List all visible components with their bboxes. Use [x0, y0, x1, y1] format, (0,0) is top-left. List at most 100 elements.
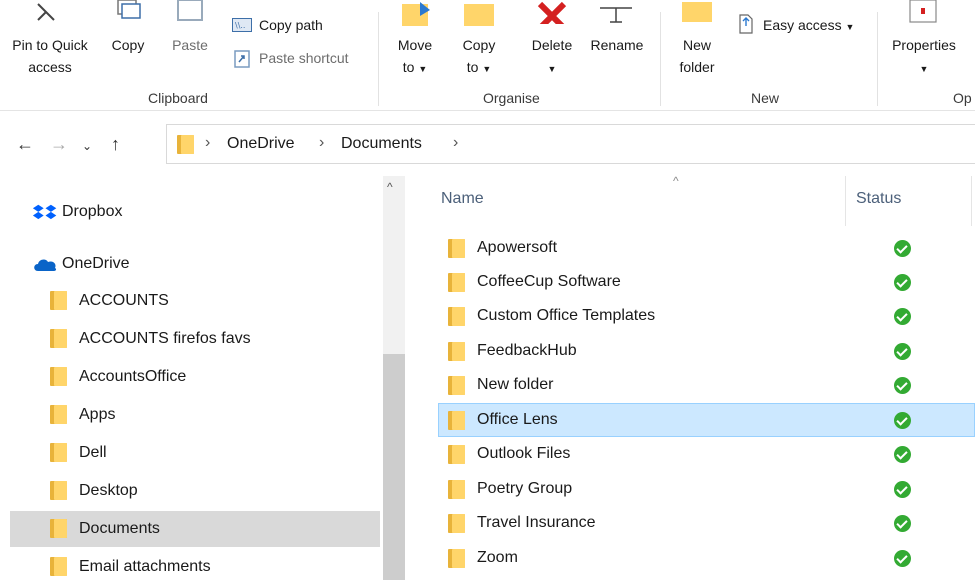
easy-access-button[interactable]: Easy access ▼ [737, 14, 872, 38]
up-arrow-icon[interactable]: ↑ [111, 132, 120, 156]
folder-icon [50, 329, 67, 348]
scroll-up-arrow-icon[interactable]: ^ [387, 180, 393, 194]
pin-icon [37, 3, 55, 21]
delete-label: Delete [531, 37, 573, 53]
sync-status-ok-icon [894, 240, 911, 257]
breadcrumb-onedrive[interactable]: OneDrive [227, 135, 295, 153]
file-row[interactable]: Custom Office Templates [438, 299, 975, 333]
scroll-thumb[interactable] [383, 354, 405, 580]
column-header-name[interactable]: Name [441, 190, 484, 208]
sync-status-ok-icon [894, 446, 911, 463]
nav-item-folder-selected[interactable]: Documents [10, 511, 380, 547]
nav-item-folder[interactable]: Email attachments [10, 549, 380, 580]
ribbon: Pin to Quick access Copy Paste \\.. Copy… [0, 0, 975, 111]
rename-button[interactable]: Rename [584, 7, 650, 56]
nav-item-label: AccountsOffice [79, 368, 187, 385]
delete-dropdown: ▼ [524, 56, 580, 80]
folder-icon [50, 443, 67, 462]
chevron-down-icon: ▼ [919, 64, 929, 74]
address-bar[interactable]: › OneDrive › Documents › [166, 124, 975, 164]
nav-scrollbar[interactable]: ^ [383, 176, 405, 580]
folder-icon [50, 519, 67, 538]
file-name: Custom Office Templates [477, 307, 656, 324]
ribbon-separator [378, 12, 379, 106]
column-divider[interactable] [845, 176, 846, 226]
folder-icon [448, 514, 465, 533]
file-row[interactable]: Outlook Files [438, 437, 975, 471]
delete-button[interactable]: Delete ▼ [524, 1, 580, 80]
breadcrumb-documents[interactable]: Documents [341, 135, 422, 153]
copy-to-icon [464, 4, 494, 26]
navigation-pane: Dropbox OneDrive ACCOUNTS ACCOUNTS firef… [0, 176, 405, 580]
file-name: Apowersoft [477, 239, 558, 256]
file-name: Poetry Group [477, 480, 573, 497]
nav-item-folder[interactable]: ACCOUNTS firefos favs [10, 321, 380, 357]
back-arrow-icon[interactable]: ← [16, 132, 34, 156]
new-folder-icon [682, 2, 712, 22]
folder-icon [177, 135, 194, 154]
file-row[interactable]: FeedbackHub [438, 334, 975, 368]
file-row[interactable]: Apowersoft [438, 231, 975, 265]
file-name: Travel Insurance [477, 514, 596, 531]
nav-item-folder[interactable]: AccountsOffice [10, 359, 380, 395]
column-divider[interactable] [971, 176, 972, 226]
chevron-down-icon: ▼ [845, 22, 855, 32]
copy-path-icon: \\.. [232, 18, 252, 32]
folder-icon [448, 307, 465, 326]
file-row-selected[interactable]: Office Lens [438, 403, 975, 437]
folder-icon [50, 557, 67, 576]
paste-label: Paste [172, 37, 208, 53]
rename-label: Rename [590, 37, 644, 53]
breadcrumb-chevron-icon[interactable]: › [319, 134, 324, 152]
chevron-down-icon: ▼ [418, 64, 428, 74]
pin-to-quick-access-button[interactable]: Pin to Quick access [0, 3, 100, 78]
copy-button[interactable]: Copy [104, 0, 152, 56]
pin-label-line1: Pin to Quick [12, 37, 88, 53]
nav-item-label: Desktop [79, 482, 138, 499]
recent-locations-chevron-icon[interactable]: ⌄ [82, 134, 92, 158]
dropbox-icon [32, 204, 57, 220]
file-row[interactable]: Zoom [438, 541, 975, 575]
nav-item-onedrive[interactable]: OneDrive [10, 246, 380, 282]
sync-status-ok-icon [894, 343, 911, 360]
properties-label: Properties [892, 37, 956, 53]
properties-button[interactable]: Properties ▼ [884, 0, 964, 80]
file-list: ^ Name Status Apowersoft CoffeeCup Softw… [405, 174, 975, 580]
folder-icon [448, 273, 465, 292]
file-row[interactable]: CoffeeCup Software [438, 265, 975, 299]
column-header-status[interactable]: Status [856, 190, 901, 208]
nav-item-folder[interactable]: Dell [10, 435, 380, 471]
breadcrumb-chevron-icon[interactable]: › [205, 134, 210, 152]
move-to-button[interactable]: Move to ▼ [388, 2, 442, 80]
nav-item-folder[interactable]: Apps [10, 397, 380, 433]
paste-shortcut-button[interactable]: Paste shortcut [234, 47, 374, 69]
rename-icon [600, 7, 632, 23]
nav-item-folder[interactable]: ACCOUNTS [10, 283, 380, 319]
new-folder-button[interactable]: New folder [670, 2, 724, 78]
copy-to-button[interactable]: Copy to ▼ [452, 4, 506, 80]
copy-path-button[interactable]: \\.. Copy path [232, 14, 342, 36]
sync-status-ok-icon [894, 481, 911, 498]
breadcrumb-chevron-icon[interactable]: › [453, 134, 458, 152]
file-row[interactable]: New folder [438, 368, 975, 402]
new-folder-label-2: folder [679, 59, 715, 75]
clipboard-group-label: Clipboard [148, 90, 208, 106]
file-row[interactable]: Poetry Group [438, 472, 975, 506]
sort-ascending-icon: ^ [673, 174, 679, 188]
svg-text:\\..: \\.. [235, 21, 245, 30]
new-folder-label: New [682, 37, 711, 53]
file-name: FeedbackHub [477, 342, 577, 359]
chevron-down-icon: ▼ [482, 64, 492, 74]
forward-arrow-icon[interactable]: → [50, 132, 68, 156]
file-name: Office Lens [477, 411, 558, 428]
properties-icon [909, 0, 937, 23]
sync-status-ok-icon [894, 308, 911, 325]
sync-status-ok-icon [894, 274, 911, 291]
file-row[interactable]: Travel Insurance [438, 506, 975, 540]
nav-item-dropbox[interactable]: Dropbox [10, 194, 380, 230]
folder-icon [50, 367, 67, 386]
paste-button[interactable]: Paste [164, 0, 216, 56]
nav-item-folder[interactable]: Desktop [10, 473, 380, 509]
easy-access-label: Easy access [763, 17, 842, 33]
chevron-down-icon: ▼ [547, 64, 557, 74]
